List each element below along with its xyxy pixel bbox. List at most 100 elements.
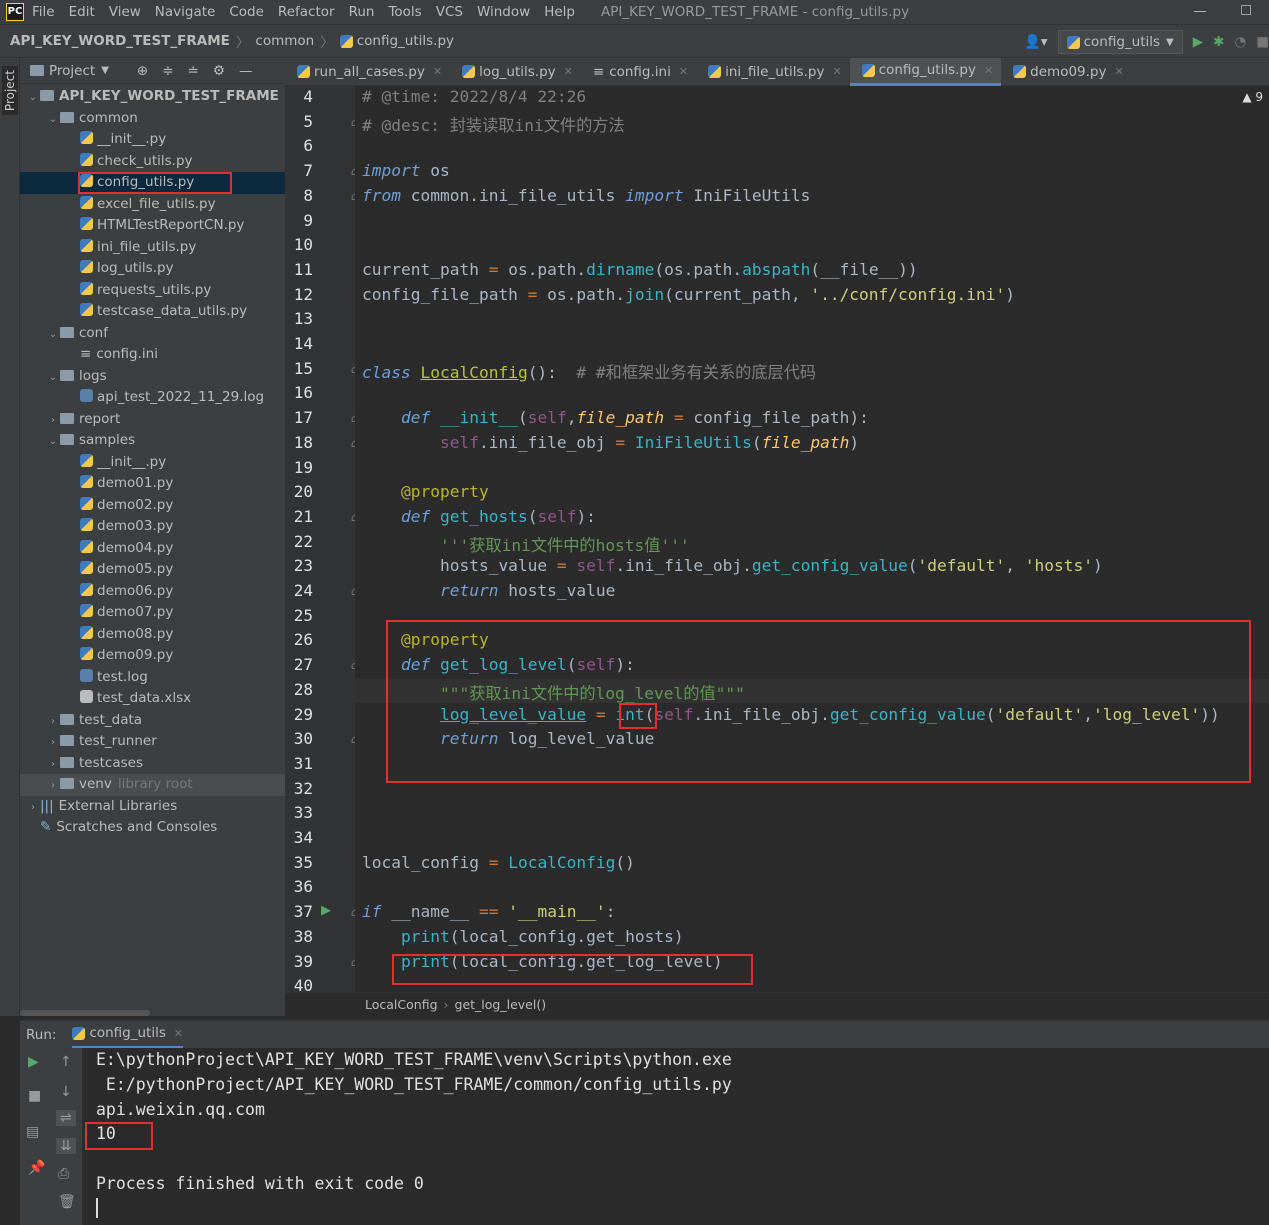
tree-item[interactable]: demo01.py [20, 473, 285, 495]
breadcrumb-class[interactable]: LocalConfig [365, 997, 438, 1012]
hide-icon[interactable]: — [239, 63, 253, 79]
run-icon[interactable]: ▶ [1193, 34, 1203, 50]
horizontal-scrollbar[interactable] [20, 1010, 150, 1016]
tree-item[interactable]: HTMLTestReportCN.py [20, 215, 285, 237]
menu-item-refactor[interactable]: Refactor [278, 4, 335, 20]
menu-item-code[interactable]: Code [229, 4, 264, 20]
layout-icon[interactable]: ▤ [26, 1124, 39, 1140]
tree-item[interactable]: ✎ Scratches and Consoles [20, 817, 285, 839]
menu-item-tools[interactable]: Tools [388, 4, 421, 20]
tree-item[interactable]: ⌄API_KEY_WORD_TEST_FRAMEE:\p [20, 86, 311, 109]
debug-icon[interactable]: ✱ [1213, 34, 1224, 50]
menu-item-vcs[interactable]: VCS [436, 4, 463, 20]
tree-item[interactable]: __init__.py [20, 452, 285, 474]
close-icon[interactable]: ✕ [984, 64, 993, 77]
tree-item[interactable]: › ||| External Libraries [20, 796, 285, 818]
scroll-down-icon[interactable]: ↓ [60, 1084, 72, 1100]
tab-demo09-py[interactable]: demo09.py ✕ [1001, 58, 1132, 86]
warning-indicator[interactable]: ▲ 9 [1242, 90, 1263, 104]
project-tool-window-button[interactable]: Project [2, 66, 18, 116]
minimize-icon[interactable]: — [1177, 0, 1223, 24]
tree-item[interactable]: demo05.py [20, 559, 285, 581]
maximize-icon[interactable]: ☐ [1223, 0, 1269, 24]
scroll-up-icon[interactable]: ↑ [60, 1054, 72, 1070]
chevron-down-icon[interactable]: ▼ [101, 65, 109, 76]
tree-item[interactable]: log_utils.py [20, 258, 285, 280]
tree-item[interactable]: test_data.xlsx [20, 688, 285, 710]
tree-item[interactable]: __init__.py [20, 129, 285, 151]
run-tab[interactable]: config_utils ✕ [72, 1021, 184, 1049]
tree-item[interactable]: demo06.py [20, 581, 285, 603]
chevron-right-icon[interactable]: › [46, 775, 60, 797]
tab-config-ini[interactable]: ≡ config.ini ✕ [581, 58, 696, 86]
print-icon[interactable]: ⎙ [58, 1166, 69, 1182]
tab-log-utils-py[interactable]: log_utils.py ✕ [450, 58, 581, 86]
tree-item[interactable]: test.log [20, 667, 285, 689]
tree-item[interactable]: › test_runner [20, 731, 285, 753]
menu-item-window[interactable]: Window [477, 4, 530, 20]
tree-item[interactable]: › venv library root [20, 774, 285, 796]
stop-icon[interactable]: ■ [28, 1088, 41, 1104]
tree-item[interactable]: demo02.py [20, 495, 285, 517]
run-gutter-icon[interactable]: ▶ [321, 903, 331, 918]
close-icon[interactable]: ✕ [174, 1027, 183, 1040]
user-icon[interactable]: 👤▾ [1024, 34, 1048, 50]
menu-item-view[interactable]: View [109, 4, 141, 20]
chevron-down-icon[interactable]: ⌄ [46, 367, 60, 389]
tree-item[interactable]: ⌄ conf [20, 323, 285, 345]
menu-item-edit[interactable]: Edit [69, 4, 95, 20]
scroll-to-end-icon[interactable]: ⇊ [56, 1138, 76, 1154]
tree-item[interactable]: › test_data [20, 710, 285, 732]
tree-item[interactable]: demo03.py [20, 516, 285, 538]
tree-item[interactable]: ⌄ logs [20, 366, 285, 388]
breadcrumb-folder[interactable]: common [255, 33, 314, 49]
console-output[interactable]: E:\pythonProject\API_KEY_WORD_TEST_FRAME… [82, 1048, 1269, 1225]
menu-item-help[interactable]: Help [544, 4, 575, 20]
chevron-right-icon[interactable]: › [46, 732, 60, 754]
menu-item-file[interactable]: File [32, 4, 55, 20]
chevron-right-icon[interactable]: › [46, 754, 60, 776]
chevron-down-icon[interactable]: ⌄ [46, 324, 60, 346]
close-icon[interactable]: ✕ [832, 65, 841, 78]
tree-item[interactable]: ini_file_utils.py [20, 237, 285, 259]
stop-icon[interactable]: ■ [1256, 34, 1269, 50]
tab-ini-file-utils-py[interactable]: ini_file_utils.py ✕ [696, 58, 850, 86]
collapse-all-icon[interactable]: ≐ [188, 63, 199, 79]
close-icon[interactable]: ✕ [1115, 65, 1124, 78]
breadcrumb-method[interactable]: get_log_level() [455, 997, 547, 1012]
soft-wrap-icon[interactable]: ⇌ [56, 1110, 76, 1126]
chevron-down-icon[interactable]: ⌄ [26, 87, 40, 109]
tab-run-all-cases-py[interactable]: run_all_cases.py ✕ [285, 58, 450, 86]
tree-item[interactable]: ≡ config.ini [20, 344, 285, 366]
tree-item[interactable]: › testcases [20, 753, 285, 775]
pin-icon[interactable]: 📌 [28, 1160, 45, 1176]
chevron-right-icon[interactable]: › [46, 410, 60, 432]
settings-gear-icon[interactable]: ⚙ [213, 63, 225, 79]
tree-item[interactable]: api_test_2022_11_29.log [20, 387, 285, 409]
locate-icon[interactable]: ⊕ [137, 63, 148, 79]
expand-all-icon[interactable]: ≑ [162, 63, 173, 79]
breadcrumb-project[interactable]: API_KEY_WORD_TEST_FRAME [10, 33, 230, 49]
chevron-right-icon[interactable]: › [46, 711, 60, 733]
tree-item[interactable]: demo09.py [20, 645, 285, 667]
menu-item-run[interactable]: Run [349, 4, 375, 20]
close-icon[interactable]: ✕ [433, 65, 442, 78]
tree-item[interactable]: ⌄ common [20, 108, 285, 130]
tree-item[interactable]: demo08.py [20, 624, 285, 646]
tree-item[interactable]: check_utils.py [20, 151, 285, 173]
code-editor[interactable]: ▲ 9 # @time: 2022/8/4 22:26 # @desc: 封装读取… [355, 86, 1269, 992]
tree-item[interactable]: excel_file_utils.py [20, 194, 285, 216]
tab-config-utils-py[interactable]: config_utils.py ✕ [849, 57, 1002, 86]
tree-item[interactable]: ⌄ samples [20, 430, 285, 452]
chevron-right-icon[interactable]: › [26, 797, 40, 819]
tree-item[interactable]: testcase_data_utils.py [20, 301, 285, 323]
tree-item[interactable]: demo04.py [20, 538, 285, 560]
rerun-icon[interactable]: ▶ [28, 1054, 39, 1070]
breadcrumb-file[interactable]: config_utils.py [357, 33, 454, 49]
close-icon[interactable]: ✕ [564, 65, 573, 78]
chevron-down-icon[interactable]: ⌄ [46, 109, 60, 131]
coverage-icon[interactable]: ◔ [1234, 34, 1246, 50]
project-panel-title[interactable]: Project [49, 63, 95, 79]
trash-icon[interactable]: 🗑 [58, 1194, 76, 1210]
tree-item[interactable]: › report [20, 409, 285, 431]
